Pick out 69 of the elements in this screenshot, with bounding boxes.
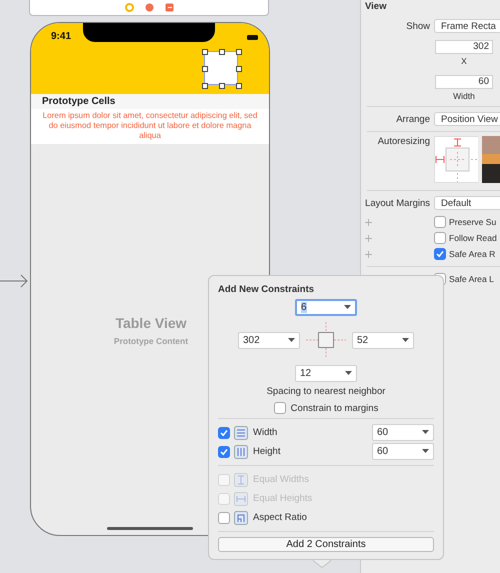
field-caption: Width (452, 91, 476, 101)
value-dropdown[interactable]: 52 (352, 332, 414, 348)
checkbox[interactable] (434, 232, 446, 244)
checkbox[interactable] (434, 216, 446, 228)
checkbox[interactable] (218, 446, 230, 458)
field-caption: X (460, 56, 468, 66)
width-field[interactable]: 60 (435, 75, 493, 89)
resize-handle[interactable] (202, 49, 208, 55)
value-dropdown[interactable]: 12 (295, 365, 357, 382)
circle-icon[interactable] (124, 2, 134, 12)
value-dropdown[interactable]: 6 (295, 299, 357, 316)
section-title: View (364, 0, 388, 12)
field-label: Autoresizing (376, 136, 431, 147)
table-title: Table View (115, 315, 187, 331)
resize-handle[interactable] (236, 66, 242, 72)
popover-title: Add New Constraints (218, 284, 316, 295)
constraint-icon (234, 444, 248, 458)
autoresizing-drawing[interactable] (434, 136, 478, 183)
x-field[interactable]: 302 (435, 40, 493, 54)
margins-popup[interactable]: Default (434, 196, 500, 210)
add-constraints-button[interactable]: Add 2 Constraints (218, 537, 434, 552)
caret-icon (288, 338, 295, 342)
caret-icon (402, 338, 409, 342)
section-title: Prototype Cells (42, 96, 116, 107)
checkbox[interactable] (218, 512, 230, 524)
plus-icon[interactable] (365, 218, 372, 226)
constraint-icon (234, 510, 248, 524)
caret-icon (422, 430, 429, 435)
entry-arrow (0, 274, 29, 288)
table-subtitle: Prototype Content (114, 336, 188, 346)
battery-icon (247, 35, 259, 40)
spacing-label: Spacing to nearest neighbor (266, 386, 386, 397)
caret-icon (422, 449, 429, 454)
resize-handle[interactable] (202, 66, 208, 72)
checkbox[interactable] (218, 426, 230, 438)
resize-handle[interactable] (219, 49, 225, 55)
status-time: 9:41 (51, 31, 72, 42)
plus-icon[interactable] (365, 250, 372, 258)
value-dropdown[interactable]: 60 (372, 443, 434, 460)
value-dropdown[interactable]: 60 (372, 424, 434, 441)
field-label: Layout Margins (364, 198, 431, 208)
field-label: Show (405, 20, 431, 32)
value-dropdown[interactable]: 302 (238, 332, 300, 348)
checkbox[interactable] (434, 248, 446, 260)
resize-handle[interactable] (236, 83, 242, 89)
caret-icon (345, 371, 352, 376)
spacing-diagram (306, 322, 346, 358)
resize-handle[interactable] (202, 83, 208, 89)
constraint-icon (234, 426, 248, 440)
constraint-icon (234, 472, 248, 486)
option-label: Width (253, 427, 278, 438)
cell-text: Lorem ipsum dolor sit amet, consectetur adipiscing elit, sed do eiusmod tempor incididunt ut labore et dolore magna aliqua (42, 111, 258, 141)
caret-icon (344, 305, 351, 310)
constraint-icon (234, 492, 248, 506)
option-label: Safe Area R (449, 249, 496, 259)
preview-thumbnail (482, 136, 500, 183)
option-label: Height (253, 446, 282, 457)
arrange-popup[interactable]: Position View (434, 112, 500, 126)
resize-handle[interactable] (236, 49, 242, 55)
option-label: Follow Read (449, 233, 497, 243)
option-label: Aspect Ratio (253, 512, 307, 523)
option-label: Preserve Su (449, 217, 496, 227)
plus-icon[interactable] (365, 234, 372, 242)
show-popup[interactable]: Frame Recta (434, 19, 500, 33)
option-label: Safe Area L (449, 274, 494, 284)
checkbox[interactable] (274, 402, 286, 414)
option-label: Constrain to margins (290, 402, 378, 414)
field-label: Arrange (395, 114, 431, 124)
resize-handle[interactable] (219, 83, 225, 89)
